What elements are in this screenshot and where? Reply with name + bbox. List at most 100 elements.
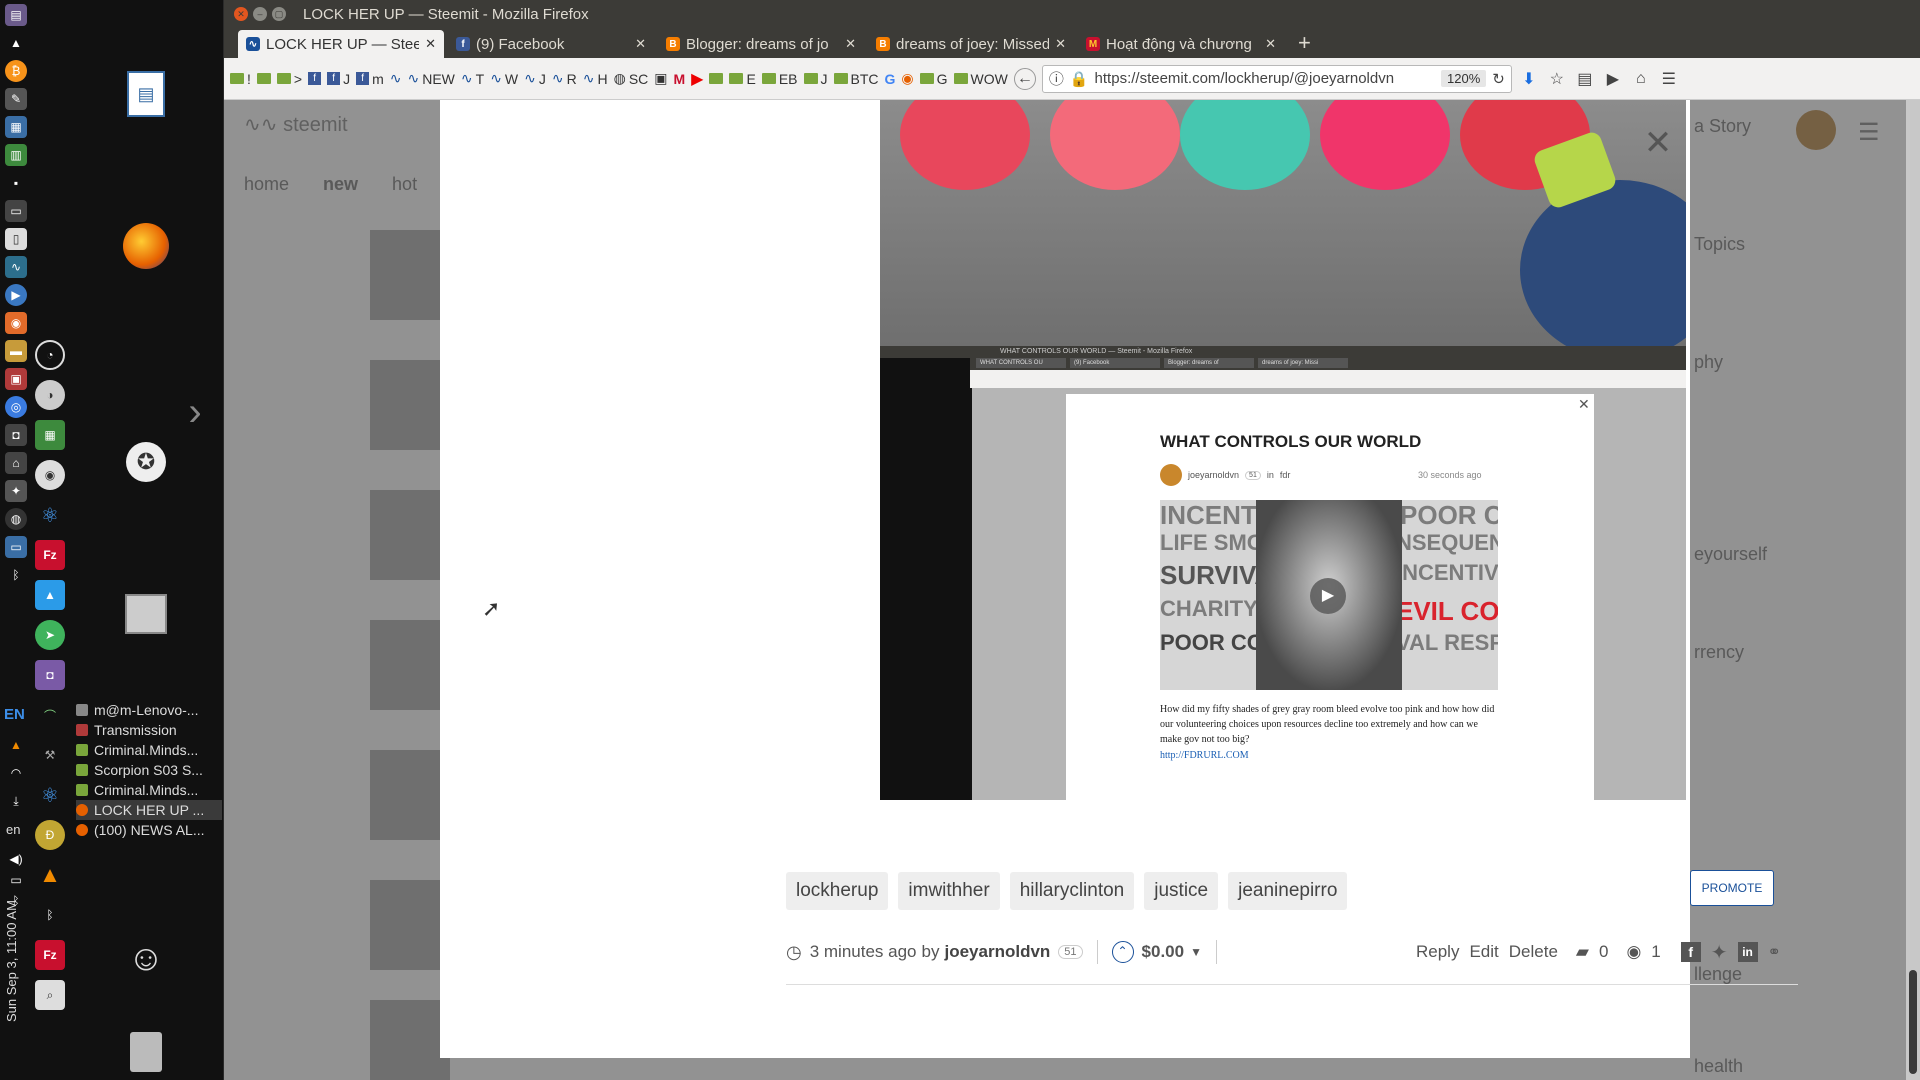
up-arrow-icon[interactable]: ▲: [5, 32, 27, 54]
bookmark-item[interactable]: J: [803, 71, 828, 87]
close-tab-icon[interactable]: ✕: [1265, 36, 1276, 52]
chevron-right-icon[interactable]: ›: [180, 384, 210, 440]
info-icon[interactable]: ⓘ: [1049, 68, 1064, 89]
bookmark-item[interactable]: >: [276, 71, 302, 87]
bluetooth-launcher-icon[interactable]: ᛒ: [35, 900, 65, 930]
tag-imwithher[interactable]: imwithher: [898, 872, 1000, 910]
calculator-icon[interactable]: ▦: [5, 116, 27, 138]
photos-icon[interactable]: ◉: [5, 312, 27, 334]
nav-hot[interactable]: hot: [392, 174, 417, 195]
tag-lockherup[interactable]: lockherup: [786, 872, 889, 910]
spreadsheet-icon[interactable]: ▥: [5, 144, 27, 166]
folder-icon[interactable]: ▬: [5, 340, 27, 362]
wifi-icon[interactable]: ◠: [5, 762, 27, 784]
bookmark-item[interactable]: G: [919, 71, 948, 87]
close-tab-icon[interactable]: ✕: [425, 36, 436, 52]
tool2-icon[interactable]: ⚒: [35, 740, 65, 770]
download-icon[interactable]: ⤓: [5, 790, 27, 812]
bookmark-item[interactable]: EB: [761, 71, 798, 87]
minimize-window-icon[interactable]: –: [253, 7, 267, 21]
reload-icon[interactable]: ↻: [1492, 70, 1505, 88]
bookmark-item[interactable]: ∿: [390, 70, 402, 87]
sidebar-link[interactable]: phy: [1694, 352, 1723, 373]
bookmark-item[interactable]: ∿ NEW: [407, 70, 454, 87]
linkedin-share-icon[interactable]: in: [1737, 942, 1758, 962]
filezilla2-icon[interactable]: Fz: [35, 940, 65, 970]
bitcoin-icon[interactable]: ₿: [5, 60, 27, 82]
dogecoin-icon[interactable]: Ð: [35, 820, 65, 850]
sidebar-link[interactable]: health: [1694, 1056, 1743, 1077]
ubuntu-circle-icon[interactable]: ✪: [118, 434, 174, 490]
post-thumbnail[interactable]: [370, 230, 450, 320]
post-thumbnail[interactable]: [370, 360, 450, 450]
archive-icon[interactable]: [118, 586, 174, 642]
bookmark-item[interactable]: M: [674, 71, 686, 87]
webcam-icon[interactable]: ◉: [35, 460, 65, 490]
post-thumbnail[interactable]: [370, 620, 450, 710]
disk-icon[interactable]: ◑: [35, 380, 65, 410]
nav-home[interactable]: home: [244, 174, 289, 195]
sidebar-link[interactable]: rrency: [1694, 642, 1744, 663]
sidebar-link[interactable]: a Story: [1694, 116, 1751, 137]
hanger-icon[interactable]: ⌒: [35, 700, 65, 730]
bookmark-item[interactable]: ∿ T: [461, 70, 484, 87]
lock-icon[interactable]: 🔒: [1070, 70, 1089, 88]
twitter-share-icon[interactable]: ✦: [1711, 940, 1728, 965]
user-switch-icon[interactable]: ☺: [118, 930, 174, 986]
search-app-icon[interactable]: ⌕: [35, 980, 65, 1010]
edit-link[interactable]: Edit: [1469, 942, 1498, 962]
electron-icon[interactable]: ⚛: [35, 780, 65, 810]
comments-icon[interactable]: ▰: [1576, 942, 1589, 962]
display-icon[interactable]: ▭: [5, 536, 27, 558]
media-icon[interactable]: ▶: [5, 284, 27, 306]
bookmark-item[interactable]: ∿ W: [490, 70, 518, 87]
bookmark-item[interactable]: [709, 73, 724, 84]
bookmark-item[interactable]: G: [885, 71, 896, 87]
task-item[interactable]: m@m-Lenovo-...: [76, 700, 222, 720]
writer-icon[interactable]: ▤: [118, 66, 174, 122]
bookmark-item[interactable]: ◍ SC: [614, 70, 649, 87]
bookmark-star-icon[interactable]: ☆: [1546, 68, 1568, 90]
back-button[interactable]: ←: [1013, 67, 1036, 90]
post-thumbnail[interactable]: [370, 880, 450, 970]
filezilla-icon[interactable]: Fz: [35, 540, 65, 570]
task-item[interactable]: Transmission: [76, 720, 222, 740]
avatar[interactable]: [1796, 110, 1836, 150]
page-scrollbar[interactable]: [1906, 100, 1920, 1080]
new-tab-button[interactable]: +: [1288, 30, 1321, 58]
home-icon[interactable]: ⌂: [1630, 68, 1652, 90]
scrollbar-thumb[interactable]: [1909, 970, 1917, 1074]
promote-button[interactable]: PROMOTE: [1690, 870, 1774, 906]
keyboard-layout-indicator[interactable]: EN: [4, 706, 25, 723]
bookmark-item[interactable]: ◉: [901, 70, 913, 87]
reply-link[interactable]: Reply: [1416, 942, 1459, 962]
chevron-down-icon[interactable]: ▼: [1190, 945, 1202, 959]
calendar-icon[interactable]: ▯: [5, 228, 27, 250]
chip-icon[interactable]: ▦: [35, 420, 65, 450]
obs-icon[interactable]: ◔: [35, 340, 65, 370]
monitor-icon[interactable]: ∿: [5, 256, 27, 278]
bookmark-item[interactable]: E: [729, 71, 756, 87]
bookmark-item[interactable]: ▶: [691, 69, 703, 89]
atom-icon[interactable]: ⚛: [35, 500, 65, 530]
reading-list-icon[interactable]: ▤: [1574, 68, 1596, 90]
lang-indicator[interactable]: en: [6, 822, 20, 837]
delete-link[interactable]: Delete: [1509, 942, 1558, 962]
camera-icon[interactable]: ◘: [5, 424, 27, 446]
task-item-active[interactable]: LOCK HER UP ...: [76, 800, 222, 820]
post-thumbnail[interactable]: [370, 750, 450, 840]
video-frame[interactable]: [880, 100, 1686, 360]
sidebar-link[interactable]: eyourself: [1694, 544, 1767, 565]
volume-icon[interactable]: ◀): [5, 852, 27, 867]
apps-icon[interactable]: ▪: [5, 172, 27, 194]
url-bar[interactable]: ⓘ 🔒 https://steemit.com/lockherup/@joeya…: [1041, 64, 1512, 93]
tab-facebook[interactable]: f (9) Facebook ✕: [448, 30, 654, 58]
bluetooth-icon[interactable]: ᛒ: [5, 564, 27, 586]
terminal-icon[interactable]: ▭: [5, 200, 27, 222]
ubuntu-menu-icon[interactable]: ▤: [5, 4, 27, 26]
bookmark-item[interactable]: [256, 73, 271, 84]
bookmark-item[interactable]: BTC: [833, 71, 879, 87]
close-tab-icon[interactable]: ✕: [845, 36, 856, 52]
tab-blogger[interactable]: B Blogger: dreams of jo ✕: [658, 30, 864, 58]
close-tab-icon[interactable]: ✕: [635, 36, 646, 52]
